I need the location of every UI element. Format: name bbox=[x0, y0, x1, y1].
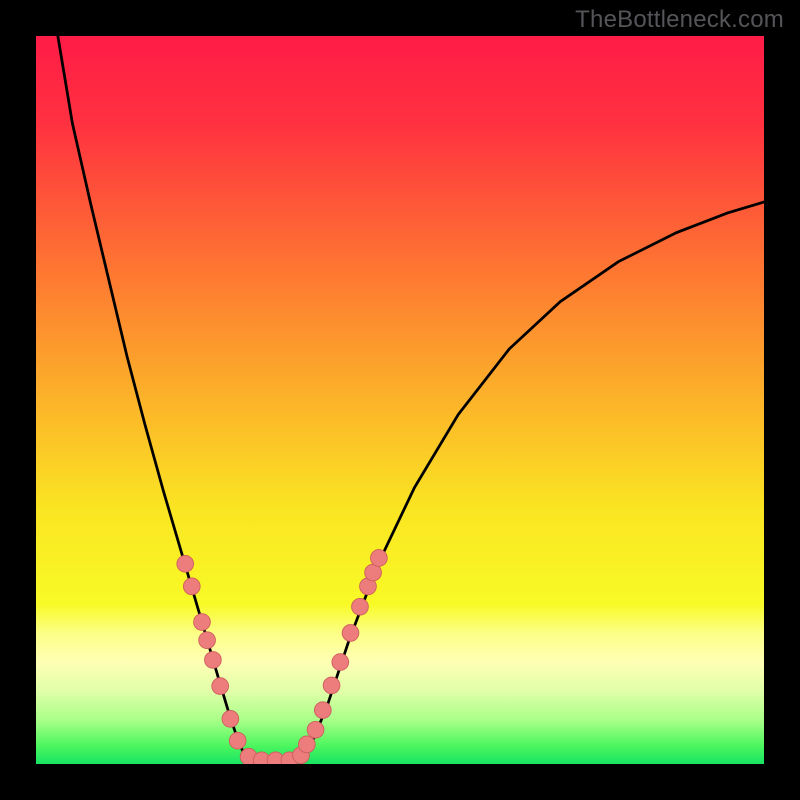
watermark-text: TheBottleneck.com bbox=[575, 6, 784, 34]
data-marker bbox=[229, 732, 246, 749]
data-marker bbox=[183, 578, 200, 595]
plot-area bbox=[36, 36, 764, 764]
data-marker bbox=[323, 677, 340, 694]
data-marker bbox=[212, 678, 229, 695]
data-marker bbox=[177, 555, 194, 572]
data-marker bbox=[194, 614, 211, 631]
data-marker bbox=[222, 710, 239, 727]
outer-frame: TheBottleneck.com bbox=[0, 0, 800, 800]
data-marker bbox=[314, 702, 331, 719]
data-marker bbox=[307, 721, 324, 738]
data-marker bbox=[352, 598, 369, 615]
chart-overlay bbox=[36, 36, 764, 764]
data-marker bbox=[371, 550, 388, 567]
data-marker bbox=[205, 652, 222, 669]
curve-left bbox=[58, 36, 255, 760]
curve-right bbox=[298, 202, 764, 760]
data-marker bbox=[342, 625, 359, 642]
data-marker bbox=[298, 736, 315, 753]
data-marker bbox=[199, 632, 216, 649]
marker-group bbox=[177, 550, 387, 764]
data-marker bbox=[332, 654, 349, 671]
